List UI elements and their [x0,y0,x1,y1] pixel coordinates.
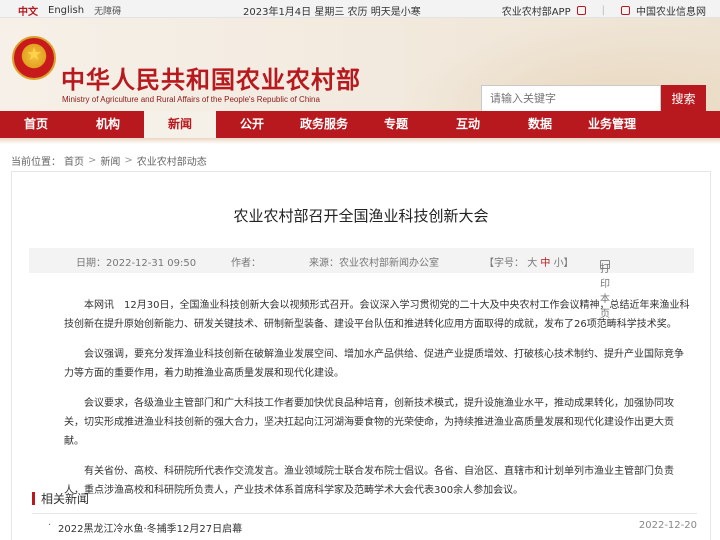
related-news-list: 2022黑龙江冷水鱼·冬捕季12月27日启幕 2022-12-20 [32,520,697,539]
article-author: 作者： [231,258,261,269]
article-panel: 农业农村部召开全国渔业科技创新大会 日期：2022-12-31 09:50 作者… [11,171,711,540]
nav-business[interactable]: 业务管理 [576,111,648,138]
related-news-header: 相关新闻 [32,490,697,514]
font-size-large[interactable]: 大 [527,258,537,269]
header-banner: 中华人民共和国农业农村部 Ministry of Agriculture and… [0,18,720,111]
related-news: 相关新闻 2022黑龙江冷水鱼·冬捕季12月27日启幕 2022-12-20 [32,490,697,539]
section-marker [32,492,35,505]
nav-news[interactable]: 新闻 [144,111,216,138]
national-emblem-icon [12,36,56,80]
breadcrumb-home[interactable]: 首页 [64,153,84,168]
breadcrumb-current[interactable]: 农业农村部动态 [137,153,207,168]
site-title[interactable]: 中华人民共和国农业农村部 [61,60,361,95]
breadcrumb-separator: > [124,155,133,166]
related-news-link[interactable]: 2022黑龙江冷水鱼·冬捕季12月27日启幕 [58,524,242,535]
font-size-control: 【字号： 大 中 小】 [484,254,574,269]
related-news-title: 相关新闻 [41,492,90,506]
article-meta-bar: 日期：2022-12-31 09:50 作者： 来源：农业农村部新闻办公室 【字… [29,248,694,320]
article-paragraph: 会议要求，各级渔业主管部门和广大科技工作者要加快优良品种培育，创新技术模式，提升… [64,398,674,447]
lang-chinese-link[interactable]: 中文 [18,3,38,18]
breadcrumb: 当前位置： 首页 > 新闻 > 农业农村部动态 [11,153,207,168]
accessibility-link[interactable]: 无障碍 [94,4,121,17]
list-item[interactable]: 2022黑龙江冷水鱼·冬捕季12月27日启幕 2022-12-20 [32,520,697,539]
related-news-date: 2022-12-20 [638,520,697,531]
app-link[interactable]: 农业农村部APP [502,3,571,18]
lang-english-link[interactable]: English [48,5,84,16]
app-icon[interactable] [576,6,586,15]
search-input[interactable] [481,85,661,111]
nav-topics[interactable]: 专题 [360,111,432,138]
nav-institutions[interactable]: 机构 [72,111,144,138]
article-date: 日期：2022-12-31 09:50 [76,258,197,269]
info-net-link[interactable]: 中国农业信息网 [636,3,706,18]
breadcrumb-label: 当前位置： [11,157,61,168]
nav-data[interactable]: 数据 [504,111,576,138]
date-text: 2023年1月4日 星期三 农历 明天是小寒 [243,7,421,18]
font-size-medium[interactable]: 中 [540,258,550,269]
nav-interaction[interactable]: 互动 [432,111,504,138]
article-title: 农业农村部召开全国渔业科技创新大会 [233,207,489,225]
breadcrumb-separator: > [88,155,97,166]
info-net-icon [621,6,630,15]
nav-public[interactable]: 公开 [216,111,288,138]
language-switch: 中文 English 无障碍 [18,3,121,18]
search-button[interactable]: 搜索 [661,85,706,111]
site-title-english: Ministry of Agriculture and Rural Affair… [62,95,320,104]
nav-shadow [0,138,720,144]
font-size-small[interactable]: 小】 [554,258,574,269]
breadcrumb-news[interactable]: 新闻 [100,153,120,168]
nav-services[interactable]: 政务服务 [288,111,360,138]
main-nav: 首页 机构 新闻 公开 政务服务 专题 互动 数据 业务管理 [0,111,720,138]
article-body: 本网讯 12月30日，全国渔业科技创新大会以视频形式召开。会议深入学习贯彻党的二… [64,296,690,511]
article-paragraph: 本网讯 12月30日，全国渔业科技创新大会以视频形式召开。会议深入学习贯彻党的二… [64,300,690,330]
search-box: 搜索 [481,85,706,111]
font-size-label: 【字号： [484,258,524,269]
nav-home[interactable]: 首页 [0,111,72,138]
article-paragraph: 会议强调，要充分发挥渔业科技创新在破解渔业发展空间、增加水产品供给、促进产业提质… [64,349,684,379]
top-bar: 中文 English 无障碍 2023年1月4日 星期三 农历 明天是小寒 农业… [0,0,720,18]
divider: | [601,5,605,16]
article-source: 来源：农业农村部新闻办公室 [309,258,439,269]
top-links: 农业农村部APP | 中国农业信息网 [502,3,706,18]
